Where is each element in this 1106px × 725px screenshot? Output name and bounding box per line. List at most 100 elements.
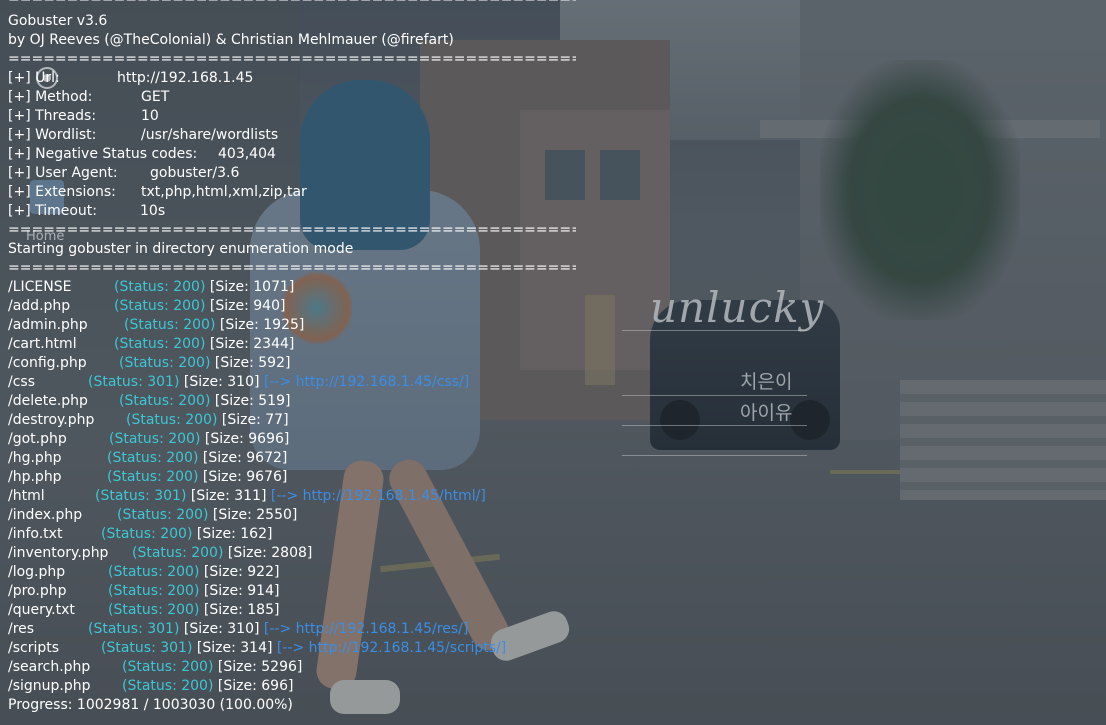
result-status: (Status: 301) <box>101 640 193 656</box>
result-path: /search.php <box>8 659 91 675</box>
result-path: /index.php <box>8 507 83 523</box>
result-status: (Status: 200) <box>107 469 199 485</box>
result-row: /scripts (Status: 301) [Size: 314] [--> h… <box>8 639 568 658</box>
result-path: /scripts <box>8 640 60 656</box>
result-path: /delete.php <box>8 393 88 409</box>
config-value: gobuster/3.6 <box>150 165 240 181</box>
result-size: [Size: 5296] <box>217 659 303 675</box>
config-label: [+] Timeout: <box>8 203 98 219</box>
config-value: 10s <box>140 203 166 219</box>
terminal-output[interactable]: ========================================… <box>0 0 1106 725</box>
result-size: [Size: 314] <box>196 640 273 656</box>
result-details: (Status: 200) [Size: 914] <box>108 582 279 601</box>
result-details: (Status: 200) [Size: 2344] <box>114 335 294 354</box>
result-size: [Size: 922] <box>203 564 280 580</box>
result-status: (Status: 200) <box>114 336 206 352</box>
result-path: /admin.php <box>8 317 88 333</box>
result-redirect-link[interactable]: [--> http://192.168.1.45/css/] <box>264 374 469 390</box>
config-row: [+] Wordlist: /usr/share/wordlists <box>8 126 568 145</box>
gobuster-version: Gobuster v3.6 <box>8 13 108 29</box>
result-size: [Size: 696] <box>217 678 294 694</box>
result-status: (Status: 200) <box>119 355 211 371</box>
result-path: /info.txt <box>8 526 63 542</box>
result-size: [Size: 2550] <box>212 507 298 523</box>
result-details: (Status: 200) [Size: 77] <box>126 411 289 430</box>
result-status: (Status: 200) <box>114 298 206 314</box>
config-value: /usr/share/wordlists <box>141 127 279 143</box>
result-row: /index.php (Status: 200) [Size: 2550] <box>8 506 568 525</box>
result-redirect-link[interactable]: [--> http://192.168.1.45/html/] <box>271 488 486 504</box>
config-value: 403,404 <box>218 146 276 162</box>
config-label: [+] User Agent: <box>8 165 118 181</box>
result-redirect-link[interactable]: [--> http://192.168.1.45/scripts/] <box>277 640 506 656</box>
result-path: /res <box>8 621 35 637</box>
result-path: /log.php <box>8 564 66 580</box>
config-label: [+] Threads: <box>8 108 97 124</box>
result-redirect-link[interactable]: [--> http://192.168.1.45/res/] <box>264 621 468 637</box>
result-details: (Status: 200) [Size: 519] <box>119 392 290 411</box>
result-row: /cart.html (Status: 200) [Size: 2344] <box>8 335 568 354</box>
result-row: /html (Status: 301) [Size: 311] [--> http… <box>8 487 568 506</box>
result-details: (Status: 200) [Size: 2808] <box>132 544 312 563</box>
result-size: [Size: 9672] <box>202 450 288 466</box>
result-size: [Size: 914] <box>203 583 280 599</box>
result-details: (Status: 200) [Size: 1925] <box>124 316 304 335</box>
separator-line: ========================================… <box>8 260 576 276</box>
result-path: /inventory.php <box>8 545 109 561</box>
result-path: /cart.html <box>8 336 77 352</box>
result-path: /signup.php <box>8 678 91 694</box>
config-label: [+] Negative Status codes: <box>8 146 198 162</box>
result-row: /signup.php (Status: 200) [Size: 696] <box>8 677 568 696</box>
result-row: /log.php (Status: 200) [Size: 922] <box>8 563 568 582</box>
result-status: (Status: 200) <box>117 507 209 523</box>
result-details: (Status: 200) [Size: 162] <box>101 525 272 544</box>
result-size: [Size: 9676] <box>202 469 288 485</box>
result-details: (Status: 301) [Size: 310] [--> http://19… <box>88 373 469 392</box>
config-value: txt,php,html,xml,zip,tar <box>141 184 307 200</box>
result-details: (Status: 301) [Size: 311] [--> http://19… <box>95 487 486 506</box>
config-label: [+] Extensions: <box>8 184 116 200</box>
result-row: /LICENSE (Status: 200) [Size: 1071] <box>8 278 568 297</box>
result-status: (Status: 200) <box>108 564 200 580</box>
result-row: /got.php (Status: 200) [Size: 9696] <box>8 430 568 449</box>
result-details: (Status: 200) [Size: 9672] <box>107 449 287 468</box>
config-row: [+] Timeout: 10s <box>8 202 568 221</box>
result-status: (Status: 200) <box>108 602 200 618</box>
result-size: [Size: 592] <box>214 355 291 371</box>
result-path: /hp.php <box>8 469 62 485</box>
result-size: [Size: 940] <box>209 298 286 314</box>
separator-line: ========================================… <box>8 51 576 67</box>
result-size: [Size: 9696] <box>204 431 290 447</box>
result-row: /hg.php (Status: 200) [Size: 9672] <box>8 449 568 468</box>
result-details: (Status: 200) [Size: 696] <box>122 677 293 696</box>
gobuster-authors: by OJ Reeves (@TheColonial) & Christian … <box>8 32 454 48</box>
result-path: /query.txt <box>8 602 75 618</box>
result-details: (Status: 200) [Size: 592] <box>119 354 290 373</box>
config-value: http://192.168.1.45 <box>117 70 254 86</box>
result-path: /hg.php <box>8 450 62 466</box>
result-row: /add.php (Status: 200) [Size: 940] <box>8 297 568 316</box>
result-details: (Status: 200) [Size: 2550] <box>117 506 297 525</box>
result-size: [Size: 77] <box>221 412 289 428</box>
result-status: (Status: 200) <box>101 526 193 542</box>
result-status: (Status: 200) <box>107 450 199 466</box>
result-details: (Status: 200) [Size: 1071] <box>114 278 294 297</box>
result-path: /got.php <box>8 431 67 447</box>
separator-line: ========================================… <box>8 222 576 238</box>
result-status: (Status: 200) <box>122 659 214 675</box>
result-size: [Size: 310] <box>183 621 260 637</box>
result-row: /css (Status: 301) [Size: 310] [--> http:… <box>8 373 568 392</box>
result-details: (Status: 200) [Size: 5296] <box>122 658 302 677</box>
result-row: /res (Status: 301) [Size: 310] [--> http:… <box>8 620 568 639</box>
result-size: [Size: 2808] <box>227 545 313 561</box>
result-status: (Status: 200) <box>119 393 211 409</box>
result-status: (Status: 301) <box>95 488 187 504</box>
progress-line: Progress: 1002981 / 1003030 (100.00%) <box>8 697 293 713</box>
result-status: (Status: 200) <box>109 431 201 447</box>
result-size: [Size: 1071] <box>209 279 295 295</box>
result-status: (Status: 200) <box>122 678 214 694</box>
result-status: (Status: 301) <box>88 374 180 390</box>
result-details: (Status: 301) [Size: 314] [--> http://19… <box>101 639 506 658</box>
config-label: [+] Url: <box>8 70 60 86</box>
result-size: [Size: 310] <box>183 374 260 390</box>
